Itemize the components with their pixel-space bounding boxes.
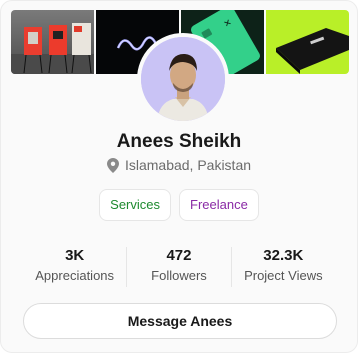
project-views-label: Project Views — [244, 268, 323, 283]
stat-appreciations: 3K Appreciations — [23, 247, 126, 287]
profile-tags: Services Freelance — [1, 189, 357, 221]
box-thumbnail — [276, 28, 349, 74]
profile-name[interactable]: Anees Sheikh — [1, 131, 357, 153]
stat-project-views: 32.3K Project Views — [230, 247, 335, 287]
services-tag[interactable]: Services — [99, 189, 172, 221]
location-text: Islamabad, Pakistan — [124, 157, 252, 173]
freelance-tag[interactable]: Freelance — [179, 189, 259, 221]
posters-thumbnail — [11, 23, 94, 74]
avatar[interactable] — [137, 33, 229, 125]
person-avatar-icon — [141, 37, 225, 121]
followers-label: Followers — [151, 268, 207, 283]
location-pin-icon — [106, 157, 119, 173]
location: Islamabad, Pakistan — [1, 157, 357, 173]
stat-followers[interactable]: 472 Followers — [126, 247, 230, 287]
profile-stats: 3K Appreciations 472 Followers 32.3K Pro… — [23, 247, 335, 287]
followers-value: 472 — [166, 247, 192, 264]
appreciations-label: Appreciations — [35, 268, 115, 283]
project-cover-box[interactable] — [266, 10, 349, 74]
project-cover-posters[interactable] — [11, 10, 94, 74]
message-button[interactable]: Message Anees — [23, 303, 337, 339]
profile-card: ✕ Anees Sheikh Islamabad, Pakistan Servi… — [0, 0, 358, 353]
project-views-value: 32.3K — [263, 247, 304, 264]
appreciations-value: 3K — [65, 247, 85, 264]
